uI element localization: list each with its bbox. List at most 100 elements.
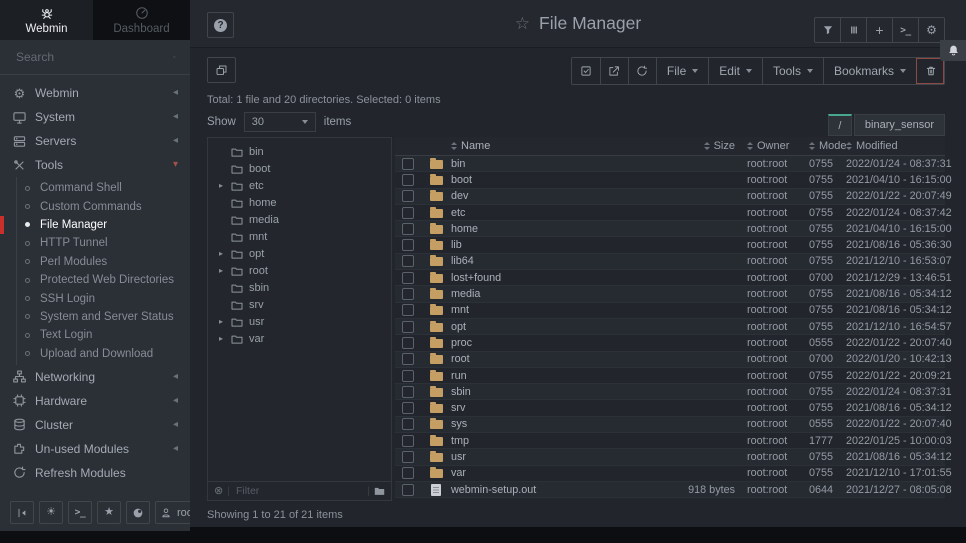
sidebar-item-system-and-server-status[interactable]: System and Server Status — [17, 308, 190, 326]
expand-arrow-icon[interactable]: ▸ — [217, 249, 225, 258]
cell-name[interactable]: media — [451, 288, 623, 300]
table-row-var[interactable]: varroot:root07552021/12/10 - 17:01:55 — [395, 466, 945, 482]
favorites-button[interactable]: ★ — [97, 501, 121, 524]
cell-name[interactable]: lib64 — [451, 255, 623, 267]
sidebar-item-webmin[interactable]: ⚙Webmin◂ — [0, 81, 190, 105]
sidebar-item-text-login[interactable]: Text Login — [17, 326, 190, 344]
tree-node-sbin[interactable]: sbin — [208, 279, 391, 296]
tree-node-usr[interactable]: ▸usr — [208, 313, 391, 330]
page-size-select[interactable]: 30 — [244, 112, 316, 132]
table-row-home[interactable]: homeroot:root07552021/04/10 - 16:15:00 — [395, 221, 945, 237]
row-checkbox[interactable] — [402, 255, 414, 267]
table-row-sys[interactable]: sysroot:root05552022/01/22 - 20:07:40 — [395, 417, 945, 433]
table-row-usr[interactable]: usrroot:root07552021/08/16 - 05:34:12 — [395, 449, 945, 465]
column-header-modified[interactable]: Modified — [841, 140, 945, 152]
help-button[interactable]: ? — [207, 12, 234, 38]
sidebar-item-file-manager[interactable]: File Manager — [17, 216, 190, 234]
tree-node-boot[interactable]: boot — [208, 160, 391, 177]
table-row-srv[interactable]: srvroot:root07552021/08/16 - 05:34:12 — [395, 400, 945, 416]
table-row-etc[interactable]: etcroot:root07552022/01/24 - 08:37:42 — [395, 205, 945, 221]
cell-name[interactable]: etc — [451, 207, 623, 219]
column-header-size[interactable]: Size — [623, 140, 735, 152]
breadcrumb-host[interactable]: binary_sensor — [854, 114, 945, 136]
cell-name[interactable]: dev — [451, 190, 623, 202]
refresh-button[interactable] — [628, 58, 656, 84]
sidebar-item-perl-modules[interactable]: Perl Modules — [17, 253, 190, 271]
sidebar-item-command-shell[interactable]: Command Shell — [17, 179, 190, 197]
cell-name[interactable]: srv — [451, 402, 623, 414]
row-checkbox[interactable] — [402, 467, 414, 479]
sidebar-item-cluster[interactable]: Cluster◂ — [0, 413, 190, 437]
row-checkbox[interactable] — [402, 451, 414, 463]
cell-name[interactable]: bin — [451, 158, 623, 170]
cell-name[interactable]: lib — [451, 239, 623, 251]
notifications-tab[interactable] — [940, 40, 966, 61]
table-row-sbin[interactable]: sbinroot:root07552022/01/24 - 08:37:31 — [395, 384, 945, 400]
tree-node-mnt[interactable]: mnt — [208, 228, 391, 245]
table-row-proc[interactable]: procroot:root05552022/01/22 - 20:07:40 — [395, 335, 945, 351]
row-checkbox[interactable] — [402, 288, 414, 300]
row-checkbox[interactable] — [402, 418, 414, 430]
sidebar-item-tools[interactable]: Tools▾ — [0, 153, 190, 177]
row-checkbox[interactable] — [402, 304, 414, 316]
expand-arrow-icon[interactable]: ▸ — [217, 181, 225, 190]
tab-webmin[interactable]: Webmin — [0, 0, 93, 40]
table-row-webmin-setup-out[interactable]: webmin-setup.out918 bytesroot:root064420… — [395, 482, 945, 498]
expand-arrow-icon[interactable]: ▸ — [217, 266, 225, 275]
select-all-button[interactable] — [572, 58, 600, 84]
menu-bookmarks[interactable]: Bookmarks — [823, 58, 916, 84]
cell-name[interactable]: mnt — [451, 304, 623, 316]
row-checkbox[interactable] — [402, 435, 414, 447]
table-row-boot[interactable]: bootroot:root07552021/04/10 - 16:15:00 — [395, 172, 945, 188]
filter-input[interactable] — [234, 484, 363, 498]
cell-name[interactable]: run — [451, 370, 623, 382]
folder-icon[interactable] — [374, 486, 385, 496]
paste-buffer-button[interactable] — [207, 57, 236, 83]
expand-arrow-icon[interactable]: ▸ — [217, 317, 225, 326]
table-row-dev[interactable]: devroot:root07552022/01/22 - 20:07:49 — [395, 189, 945, 205]
sidebar-item-hardware[interactable]: Hardware◂ — [0, 389, 190, 413]
palette-button[interactable] — [126, 501, 150, 524]
row-checkbox[interactable] — [402, 402, 414, 414]
table-row-root[interactable]: rootroot:root07002022/01/20 - 10:42:13 — [395, 352, 945, 368]
tree-node-bin[interactable]: bin — [208, 143, 391, 160]
table-row-bin[interactable]: binroot:root07552022/01/24 - 08:37:31 — [395, 156, 945, 172]
export-button[interactable] — [600, 58, 628, 84]
table-row-opt[interactable]: optroot:root07552021/12/10 - 16:54:57 — [395, 319, 945, 335]
sidebar-item-upload-and-download[interactable]: Upload and Download — [17, 345, 190, 363]
sidebar-item-custom-commands[interactable]: Custom Commands — [17, 197, 190, 215]
row-checkbox[interactable] — [402, 353, 414, 365]
cell-name[interactable]: home — [451, 223, 623, 235]
collapse-sidebar-button[interactable] — [10, 501, 34, 524]
row-checkbox[interactable] — [402, 190, 414, 202]
table-row-mnt[interactable]: mntroot:root07552021/08/16 - 05:34:12 — [395, 303, 945, 319]
terminal-button[interactable]: >_ — [68, 501, 92, 524]
sidebar-item-servers[interactable]: Servers◂ — [0, 129, 190, 153]
tab-dashboard[interactable]: Dashboard — [93, 0, 190, 40]
tree-node-media[interactable]: media — [208, 211, 391, 228]
cell-name[interactable]: proc — [451, 337, 623, 349]
row-checkbox[interactable] — [402, 370, 414, 382]
expand-arrow-icon[interactable]: ▸ — [217, 334, 225, 343]
cell-name[interactable]: webmin-setup.out — [451, 484, 623, 496]
row-checkbox[interactable] — [402, 337, 414, 349]
column-header-name[interactable]: Name — [451, 140, 623, 152]
table-row-media[interactable]: mediaroot:root07552021/08/16 - 05:34:12 — [395, 286, 945, 302]
tree-node-etc[interactable]: ▸etc — [208, 177, 391, 194]
cell-name[interactable]: boot — [451, 174, 623, 186]
menu-edit[interactable]: Edit — [708, 58, 762, 84]
row-checkbox[interactable] — [402, 484, 414, 496]
add-button[interactable]: + — [866, 18, 892, 42]
table-row-lib[interactable]: libroot:root07552021/08/16 - 05:36:30 — [395, 237, 945, 253]
filter-button[interactable] — [815, 18, 840, 42]
theme-button[interactable]: ☀ — [39, 501, 63, 524]
row-checkbox[interactable] — [402, 158, 414, 170]
row-checkbox[interactable] — [402, 321, 414, 333]
columns-button[interactable] — [840, 18, 866, 42]
row-checkbox[interactable] — [402, 386, 414, 398]
cell-name[interactable]: opt — [451, 321, 623, 333]
tree-node-home[interactable]: home — [208, 194, 391, 211]
cell-name[interactable]: var — [451, 467, 623, 479]
tree-node-var[interactable]: ▸var — [208, 330, 391, 347]
sidebar-item-system[interactable]: System◂ — [0, 105, 190, 129]
